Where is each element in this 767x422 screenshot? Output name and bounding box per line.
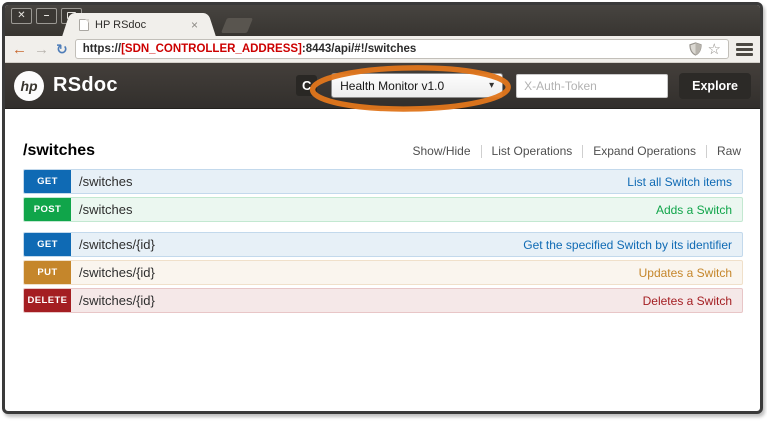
endpoint-path-link[interactable]: /switches/{id} (79, 265, 155, 280)
back-icon[interactable]: ← (12, 42, 27, 57)
endpoint-row[interactable]: POST /switches Adds a Switch (23, 197, 743, 222)
bookmark-star-icon[interactable]: ☆ (708, 42, 721, 57)
endpoint-list: GET /switches List all Switch items POST… (23, 169, 743, 313)
header-controls: C Health Monitor v1.0 ▾ Explore (296, 72, 751, 99)
endpoint-row[interactable]: DELETE /switches/{id} Deletes a Switch (23, 288, 743, 313)
endpoint-path-link[interactable]: /switches/{id} (79, 237, 155, 252)
method-badge: POST (24, 198, 71, 221)
browser-menu-icon[interactable] (736, 41, 753, 58)
url-text: https://[SDN_CONTROLLER_ADDRESS]:8443/ap… (83, 43, 689, 55)
api-version-select[interactable]: Health Monitor v1.0 ▾ (331, 73, 504, 98)
app-header: hp RSdoc C Health Monitor v1.0 ▾ Explore (5, 63, 760, 112)
page-icon (79, 18, 89, 31)
address-bar[interactable]: https://[SDN_CONTROLLER_ADDRESS]:8443/ap… (74, 39, 729, 59)
tab-close-icon[interactable]: × (190, 19, 199, 31)
tab-title: HP RSdoc (95, 18, 147, 31)
resource-title: /switches (23, 142, 96, 159)
refresh-icon: C (301, 78, 312, 93)
method-badge: PUT (24, 261, 71, 284)
security-shield-icon[interactable] (688, 42, 702, 56)
hp-logo-text: hp (20, 77, 38, 94)
api-version-value: Health Monitor v1.0 (340, 78, 445, 93)
endpoint-summary-link[interactable]: List all Switch items (627, 175, 742, 189)
app-title: RSdoc (53, 74, 118, 96)
window-minimize-button[interactable]: – (36, 8, 57, 24)
endpoint-summary-link[interactable]: Updates a Switch (639, 266, 742, 280)
resource-header: /switches Show/Hide List Operations Expand… (23, 142, 743, 160)
reload-icon[interactable]: ↻ (56, 42, 68, 56)
endpoint-row[interactable]: GET /switches List all Switch items (23, 169, 743, 194)
window-titlebar: ✕ – HP RSdoc × (5, 5, 760, 36)
browser-toolbar: ← → ↻ https://[SDN_CONTROLLER_ADDRESS]:8… (5, 36, 760, 63)
url-controller-address: [SDN_CONTROLLER_ADDRESS] (121, 43, 302, 55)
new-tab-button[interactable] (220, 18, 254, 33)
ops-link-expand-operations[interactable]: Expand Operations (583, 144, 706, 158)
browser-tab[interactable]: HP RSdoc × (73, 13, 205, 36)
endpoint-path-link[interactable]: /switches (79, 174, 132, 189)
browser-window: ✕ – HP RSdoc × ← → ↻ https://[SDN_CONTRO… (2, 2, 763, 414)
url-scheme: https:// (82, 43, 122, 55)
api-doc-content: /switches Show/Hide List Operations Expand… (5, 109, 760, 313)
url-path: :8443/api/#!/switches (301, 43, 417, 55)
endpoint-summary-link[interactable]: Adds a Switch (656, 203, 742, 217)
endpoint-row[interactable]: GET /switches/{id} Get the specified Swi… (23, 232, 743, 257)
endpoint-path-link[interactable]: /switches/{id} (79, 293, 155, 308)
method-badge: GET (24, 170, 71, 193)
ops-link-show-hide[interactable]: Show/Hide (403, 144, 481, 158)
close-icon: ✕ (17, 10, 26, 21)
ops-link-raw[interactable]: Raw (707, 144, 743, 158)
endpoint-row[interactable]: PUT /switches/{id} Updates a Switch (23, 260, 743, 285)
endpoint-summary-link[interactable]: Deletes a Switch (643, 294, 742, 308)
forward-icon[interactable]: → (34, 42, 49, 57)
window-close-button[interactable]: ✕ (11, 8, 32, 24)
endpoint-path-link[interactable]: /switches (79, 202, 132, 217)
hp-logo: hp (14, 70, 44, 101)
method-badge: GET (24, 233, 71, 256)
ops-link-list-operations[interactable]: List Operations (482, 144, 583, 158)
operations-links: Show/Hide List Operations Expand Operation… (403, 144, 744, 158)
method-badge: DELETE (24, 289, 71, 312)
minimize-icon: – (43, 10, 50, 21)
refresh-apis-button[interactable]: C (296, 75, 318, 96)
chevron-down-icon: ▾ (489, 80, 495, 91)
endpoint-summary-link[interactable]: Get the specified Switch by its identifi… (523, 238, 742, 252)
screenshot-canvas: ✕ – HP RSdoc × ← → ↻ https://[SDN_CONTRO… (0, 0, 767, 422)
auth-token-input[interactable] (516, 73, 669, 98)
explore-button[interactable]: Explore (679, 72, 751, 99)
